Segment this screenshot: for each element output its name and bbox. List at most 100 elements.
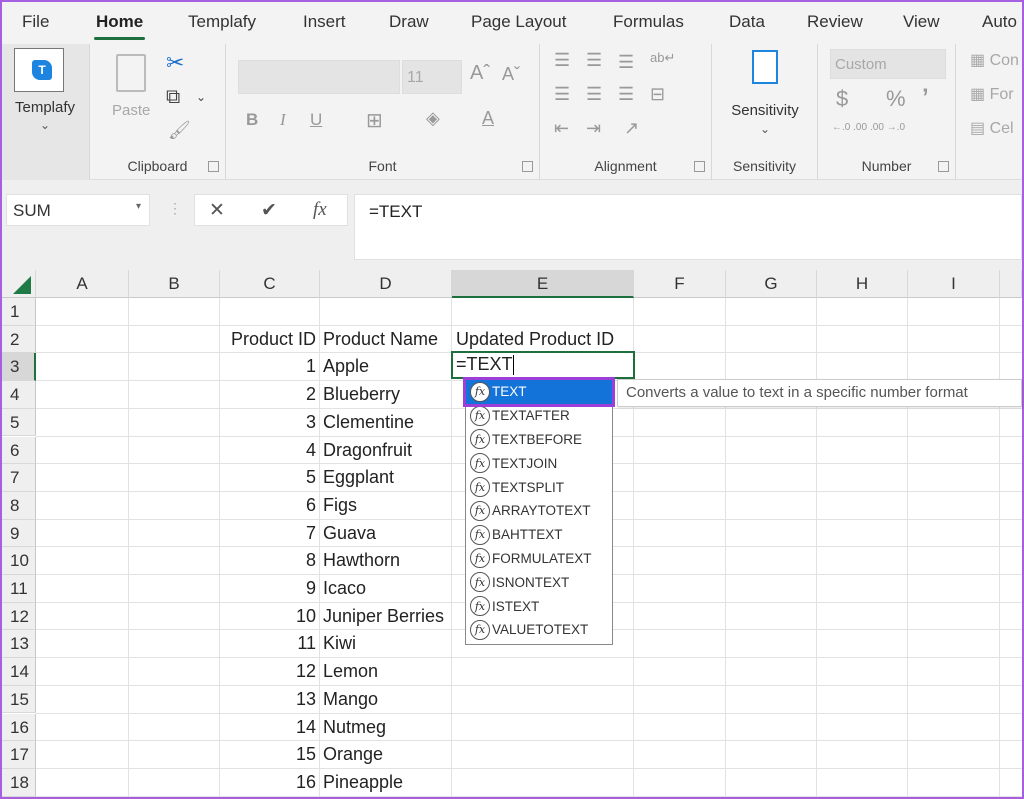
column-header-g[interactable]: G — [726, 270, 817, 298]
row-header-3[interactable]: 3 — [2, 353, 36, 382]
formula-input[interactable]: =TEXT — [354, 194, 1022, 260]
cell-styles-button[interactable]: ▤ Cel — [970, 118, 1014, 138]
column-header-f[interactable]: F — [634, 270, 726, 298]
row-header-18[interactable]: 18 — [2, 768, 36, 797]
row-header-10[interactable]: 10 — [2, 547, 36, 575]
product-id-cell[interactable]: 6 — [220, 495, 316, 516]
row-header-17[interactable]: 17 — [2, 741, 36, 769]
tab-draw[interactable]: Draw — [389, 12, 429, 32]
decrease-indent-icon[interactable]: ⇤ — [554, 118, 569, 139]
product-name-cell[interactable]: Eggplant — [323, 467, 453, 488]
product-id-cell[interactable]: 16 — [220, 772, 316, 793]
product-id-cell[interactable]: 5 — [220, 467, 316, 488]
merge-center-icon[interactable]: ⊟ — [650, 84, 665, 105]
currency-button[interactable]: $ — [836, 86, 848, 112]
autocomplete-item[interactable]: fx TEXTJOIN — [466, 451, 612, 475]
tab-home[interactable]: Home — [93, 12, 146, 40]
font-size-select[interactable]: 11 — [402, 60, 462, 94]
product-name-cell[interactable]: Figs — [323, 495, 453, 516]
row-header-8[interactable]: 8 — [2, 491, 36, 520]
chevron-down-icon[interactable]: ⌄ — [196, 90, 206, 104]
product-name-cell[interactable]: Apple — [323, 356, 453, 377]
comma-button[interactable]: ’ — [922, 84, 929, 112]
fill-color-icon[interactable]: ◈ — [426, 108, 440, 129]
product-id-cell[interactable]: 1 — [220, 356, 316, 377]
row-header-2[interactable]: 2 — [2, 325, 36, 354]
product-id-cell[interactable]: 3 — [220, 412, 316, 433]
row-header-7[interactable]: 7 — [2, 464, 36, 492]
align-center-icon[interactable]: ☰ — [586, 84, 602, 105]
insert-function-button[interactable]: fx — [313, 199, 327, 221]
drag-handle-icon[interactable]: ⋮ — [168, 200, 182, 217]
decrease-decimal-button[interactable]: .00 →.0 — [870, 122, 905, 133]
shrink-font-button[interactable]: Aˇ — [502, 64, 520, 85]
product-name-cell[interactable]: Blueberry — [323, 384, 453, 405]
enter-button[interactable]: ✔ — [261, 199, 277, 222]
copy-icon[interactable]: ⧉ — [166, 86, 180, 109]
percent-button[interactable]: % — [886, 86, 906, 112]
autocomplete-item[interactable]: fx VALUETOTEXT — [466, 618, 612, 642]
top-align-icon[interactable]: ☰ — [554, 50, 570, 71]
product-id-cell[interactable]: 7 — [220, 523, 316, 544]
product-id-cell[interactable]: 11 — [220, 633, 316, 654]
row-header-5[interactable]: 5 — [2, 408, 36, 437]
product-id-cell[interactable]: 4 — [220, 440, 316, 461]
active-cell-e3[interactable]: =TEXT — [451, 351, 635, 379]
bold-button[interactable]: B — [246, 110, 258, 130]
underline-button[interactable]: U — [310, 110, 322, 130]
column-header-i[interactable]: I — [908, 270, 1000, 298]
cut-icon[interactable]: ✂ — [166, 50, 184, 76]
italic-button[interactable]: I — [280, 110, 286, 130]
row-header-9[interactable]: 9 — [2, 519, 36, 548]
product-id-cell[interactable]: 8 — [220, 550, 316, 571]
grow-font-button[interactable]: Aˆ — [470, 62, 490, 85]
dialog-launcher-icon[interactable] — [208, 161, 219, 172]
column-header-a[interactable]: A — [36, 270, 129, 298]
product-id-cell[interactable]: 14 — [220, 717, 316, 738]
product-name-cell[interactable]: Juniper Berries — [323, 606, 453, 627]
name-box[interactable]: SUM ▾ — [6, 194, 150, 226]
tab-formulas[interactable]: Formulas — [613, 12, 684, 32]
product-id-cell[interactable]: 13 — [220, 689, 316, 710]
row-header-1[interactable]: 1 — [2, 298, 36, 326]
product-name-cell[interactable]: Guava — [323, 523, 453, 544]
autocomplete-item[interactable]: fx ARRAYTOTEXT — [466, 499, 612, 523]
autocomplete-item[interactable]: fx FORMULATEXT — [466, 547, 612, 571]
font-name-select[interactable] — [238, 60, 400, 94]
header-product-name[interactable]: Product Name — [323, 329, 453, 350]
row-header-14[interactable]: 14 — [2, 658, 36, 686]
header-updated-product-id[interactable]: Updated Product ID — [456, 329, 636, 350]
select-all-corner[interactable] — [2, 270, 36, 298]
row-header-6[interactable]: 6 — [2, 436, 36, 465]
product-name-cell[interactable]: Dragonfruit — [323, 440, 453, 461]
align-left-icon[interactable]: ☰ — [554, 84, 570, 105]
column-header-d[interactable]: D — [320, 270, 452, 298]
dialog-launcher-icon[interactable] — [938, 161, 949, 172]
product-name-cell[interactable]: Clementine — [323, 412, 453, 433]
format-as-table-button[interactable]: ▦ For — [970, 84, 1014, 104]
borders-icon[interactable]: ⊞ — [366, 108, 383, 133]
column-header-c[interactable]: C — [220, 270, 320, 298]
tab-file[interactable]: File — [22, 12, 49, 32]
orientation-icon[interactable]: ↗ — [624, 118, 639, 139]
product-name-cell[interactable]: Mango — [323, 689, 453, 710]
autocomplete-item[interactable]: fx TEXTBEFORE — [466, 428, 612, 452]
product-name-cell[interactable]: Kiwi — [323, 633, 453, 654]
column-header-e[interactable]: E — [452, 270, 634, 298]
product-id-cell[interactable]: 10 — [220, 606, 316, 627]
autocomplete-item[interactable]: fx TEXTSPLIT — [466, 475, 612, 499]
number-format-select[interactable]: Custom — [830, 49, 946, 79]
increase-indent-icon[interactable]: ⇥ — [586, 118, 601, 139]
tab-automate[interactable]: Auto — [982, 12, 1017, 32]
middle-align-icon[interactable]: ☰ — [586, 50, 602, 71]
product-name-cell[interactable]: Icaco — [323, 578, 453, 599]
product-id-cell[interactable]: 12 — [220, 661, 316, 682]
tab-view[interactable]: View — [903, 12, 940, 32]
cancel-button[interactable]: ✕ — [209, 199, 225, 222]
autocomplete-item[interactable]: fx TEXT — [463, 377, 615, 407]
autocomplete-item[interactable]: fx BAHTTEXT — [466, 523, 612, 547]
product-name-cell[interactable]: Pineapple — [323, 772, 453, 793]
autocomplete-item[interactable]: fx ISTEXT — [466, 594, 612, 618]
autocomplete-item[interactable]: fx TEXTAFTER — [466, 404, 612, 428]
product-name-cell[interactable]: Orange — [323, 744, 453, 765]
